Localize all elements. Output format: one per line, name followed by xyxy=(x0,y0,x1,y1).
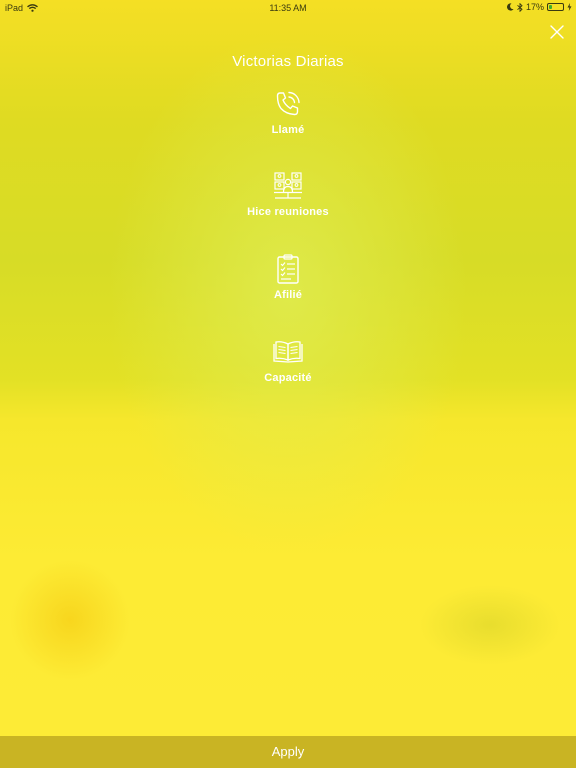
option-label: Capacité xyxy=(264,372,312,384)
meeting-icon xyxy=(274,172,302,199)
battery-icon xyxy=(547,3,564,11)
charging-icon xyxy=(567,3,572,11)
option-llame[interactable]: Llamé xyxy=(188,88,388,148)
battery-percent: 17% xyxy=(525,2,544,12)
status-bar: iPad 11:35 AM 17% xyxy=(0,0,576,16)
battery-level xyxy=(549,5,552,9)
option-label: Hice reuniones xyxy=(247,206,329,218)
open-book-icon xyxy=(273,341,303,363)
option-capacite[interactable]: Capacité xyxy=(188,336,388,396)
phone-call-icon xyxy=(276,91,300,116)
moon-icon xyxy=(506,3,514,11)
close-button[interactable] xyxy=(549,24,565,40)
bluetooth-icon xyxy=(517,2,523,12)
apply-button[interactable]: Apply xyxy=(0,736,576,768)
option-hice-reuniones[interactable]: Hice reuniones xyxy=(188,170,388,230)
clipboard-checklist-icon xyxy=(277,254,299,284)
option-afilie[interactable]: Afilié xyxy=(188,253,388,313)
status-time: 11:35 AM xyxy=(269,3,307,13)
option-label: Afilié xyxy=(273,289,303,301)
close-icon xyxy=(550,25,564,39)
page-title: Victorias Diarias xyxy=(232,53,344,70)
option-label: Llamé xyxy=(271,124,305,136)
status-right: 17% xyxy=(506,2,572,12)
